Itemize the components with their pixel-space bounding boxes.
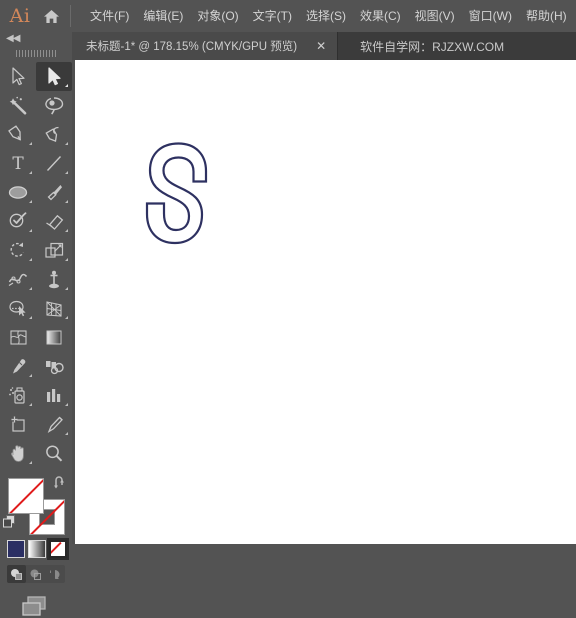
watermark-text: 软件自学网：RJZXW.COM <box>360 39 505 54</box>
type-tool[interactable]: T <box>0 149 36 178</box>
home-icon[interactable] <box>36 9 66 24</box>
tool-flyout-indicator <box>65 287 68 290</box>
collapse-panel-icon[interactable]: ◀◀ <box>0 32 72 47</box>
width-tool[interactable] <box>0 265 36 294</box>
menu-file[interactable]: 文件(F) <box>83 5 136 27</box>
app-logo: Ai <box>9 5 31 27</box>
menu-select[interactable]: 选择(S) <box>299 5 353 27</box>
color-button[interactable] <box>7 540 25 558</box>
free-transform-tool[interactable] <box>36 265 72 294</box>
slice-tool[interactable] <box>36 410 72 439</box>
fill-none-indicator <box>9 479 43 513</box>
magic-wand-tool[interactable] <box>0 91 36 120</box>
menu-bar: Ai 文件(F) 编辑(E) 对象(O) 文字(T) 选择(S) 效果(C) 视… <box>0 0 576 32</box>
mesh-tool[interactable] <box>0 323 36 352</box>
direct-selection-tool[interactable] <box>36 62 72 91</box>
menu-type[interactable]: 文字(T) <box>246 5 299 27</box>
tool-flyout-indicator <box>29 287 32 290</box>
gradient-tool[interactable] <box>36 323 72 352</box>
canvas-area <box>72 60 576 544</box>
tool-flyout-indicator <box>29 461 32 464</box>
tool-flyout-indicator <box>65 432 68 435</box>
panel-drag-grip[interactable] <box>0 47 72 60</box>
tool-flyout-indicator <box>29 258 32 261</box>
tool-flyout-indicator <box>29 200 32 203</box>
artboard[interactable] <box>75 60 576 544</box>
tool-flyout-indicator <box>65 171 68 174</box>
tool-flyout-indicator <box>65 403 68 406</box>
menu-separator <box>70 5 71 27</box>
perspective-grid-tool[interactable] <box>36 294 72 323</box>
document-tab-title: 未标题-1* @ 178.15% (CMYK/GPU 预览) <box>86 41 298 53</box>
symbol-sprayer-tool[interactable] <box>0 381 36 410</box>
hand-tool[interactable] <box>0 439 36 468</box>
letter-s-outline[interactable] <box>133 140 219 265</box>
tool-flyout-indicator <box>65 229 68 232</box>
gradient-button[interactable] <box>28 540 46 558</box>
scale-tool[interactable] <box>36 236 72 265</box>
rotate-tool[interactable] <box>0 236 36 265</box>
tool-flyout-indicator <box>29 374 32 377</box>
default-fill-stroke-icon[interactable] <box>2 514 17 534</box>
draw-normal-button[interactable] <box>7 565 26 583</box>
tool-flyout-indicator <box>29 403 32 406</box>
menu-effect[interactable]: 效果(C) <box>353 5 408 27</box>
illustrator-window: Ai 文件(F) 编辑(E) 对象(O) 文字(T) 选择(S) 效果(C) 视… <box>0 0 576 616</box>
draw-inside-button[interactable] <box>45 565 64 583</box>
eraser-tool[interactable] <box>36 207 72 236</box>
menu-object[interactable]: 对象(O) <box>190 5 245 27</box>
tool-flyout-indicator <box>65 200 68 203</box>
tool-flyout-indicator <box>65 258 68 261</box>
blend-tool[interactable] <box>36 352 72 381</box>
line-segment-tool[interactable] <box>36 149 72 178</box>
tool-flyout-indicator <box>65 84 68 87</box>
swap-fill-stroke-icon[interactable] <box>53 476 68 494</box>
draw-behind-button[interactable] <box>26 565 45 583</box>
tool-grid: T <box>0 60 72 468</box>
close-icon[interactable]: ✕ <box>313 40 329 52</box>
tools-panel: ◀◀ T <box>0 32 72 616</box>
shape-builder-tool[interactable] <box>0 294 36 323</box>
curvature-tool[interactable] <box>36 120 72 149</box>
paintbrush-tool[interactable] <box>36 178 72 207</box>
document-tab[interactable]: 未标题-1* @ 178.15% (CMYK/GPU 预览) ✕ <box>72 32 339 60</box>
color-mode-buttons <box>0 536 72 560</box>
selection-tool[interactable] <box>0 62 36 91</box>
menu-help[interactable]: 帮助(H) <box>519 5 574 27</box>
menu-items: 文件(F) 编辑(E) 对象(O) 文字(T) 选择(S) 效果(C) 视图(V… <box>83 5 574 27</box>
zoom-tool[interactable] <box>36 439 72 468</box>
ellipse-tool[interactable] <box>0 178 36 207</box>
tool-flyout-indicator <box>29 229 32 232</box>
tool-flyout-indicator <box>29 142 32 145</box>
lasso-tool[interactable] <box>36 91 72 120</box>
eyedropper-tool[interactable] <box>0 352 36 381</box>
draw-mode-buttons <box>7 565 65 583</box>
document-tab-bar: 未标题-1* @ 178.15% (CMYK/GPU 预览) ✕ 软件自学网：R… <box>72 32 576 60</box>
tool-flyout-indicator <box>29 171 32 174</box>
none-button[interactable] <box>47 538 69 560</box>
column-graph-tool[interactable] <box>36 381 72 410</box>
fill-stroke-controls <box>0 474 72 536</box>
tool-flyout-indicator <box>65 142 68 145</box>
menu-view[interactable]: 视图(V) <box>408 5 462 27</box>
pen-tool[interactable] <box>0 120 36 149</box>
shaper-tool[interactable] <box>0 207 36 236</box>
menu-window[interactable]: 窗口(W) <box>462 5 519 27</box>
screen-mode-button[interactable] <box>0 583 72 618</box>
fill-swatch[interactable] <box>8 478 44 514</box>
menu-edit[interactable]: 编辑(E) <box>136 5 190 27</box>
tool-flyout-indicator <box>65 316 68 319</box>
svg-text:T: T <box>12 154 24 173</box>
artboard-tool[interactable] <box>0 410 36 439</box>
tool-flyout-indicator <box>29 316 32 319</box>
